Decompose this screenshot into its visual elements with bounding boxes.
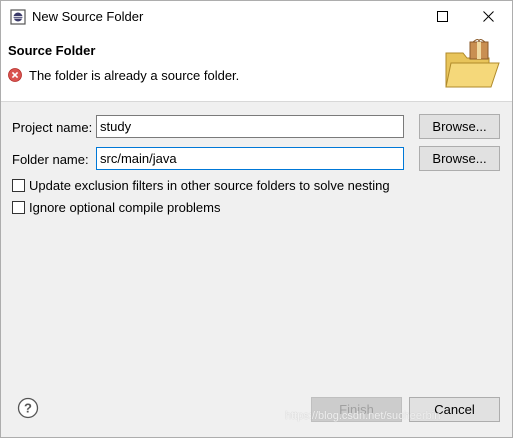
error-icon (8, 68, 22, 82)
maximize-button[interactable] (419, 1, 465, 32)
svg-text:?: ? (24, 401, 32, 416)
error-message: The folder is already a source folder. (29, 68, 240, 83)
close-button[interactable] (465, 1, 511, 32)
window-title: New Source Folder (32, 9, 144, 24)
folder-name-input[interactable] (96, 147, 404, 170)
folder-package-icon (445, 39, 500, 88)
help-icon[interactable]: ? (17, 397, 39, 419)
update-exclusion-label: Update exclusion filters in other source… (29, 178, 390, 193)
ignore-compile-checkbox[interactable] (12, 201, 25, 214)
project-browse-button[interactable]: Browse... (419, 114, 500, 139)
dialog-window: New Source Folder Source Folder The fold… (0, 0, 513, 438)
maximize-icon (436, 11, 448, 22)
folder-name-label: Folder name: (12, 152, 89, 167)
eclipse-icon (10, 9, 26, 25)
folder-browse-button[interactable]: Browse... (419, 146, 500, 171)
update-exclusion-checkbox[interactable] (12, 179, 25, 192)
project-name-input[interactable] (96, 115, 404, 138)
update-exclusion-option[interactable]: Update exclusion filters in other source… (12, 178, 390, 193)
header-banner: Source Folder The folder is already a so… (1, 32, 512, 102)
close-icon (482, 11, 494, 22)
watermark: https://blog.csdn.net/sucheerbin (285, 410, 441, 422)
project-name-label: Project name: (12, 120, 93, 135)
banner-title: Source Folder (8, 43, 96, 58)
title-bar: New Source Folder (1, 1, 512, 32)
ignore-compile-option[interactable]: Ignore optional compile problems (12, 200, 221, 215)
ignore-compile-label: Ignore optional compile problems (29, 200, 221, 215)
